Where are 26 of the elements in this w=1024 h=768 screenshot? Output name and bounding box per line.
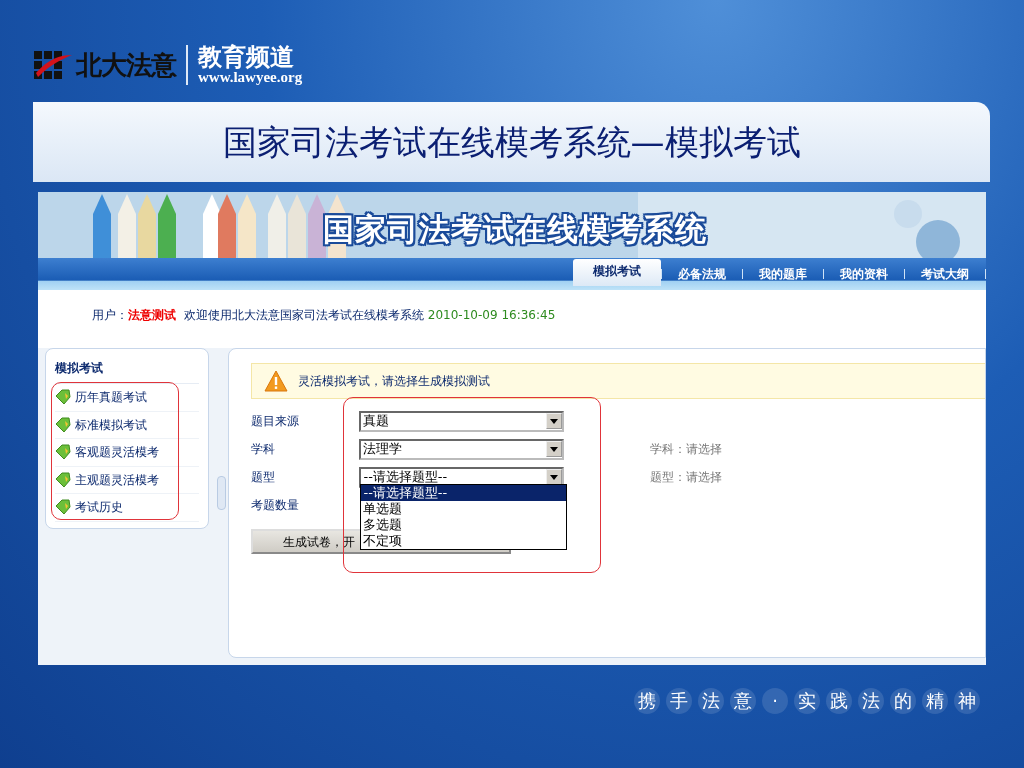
notice-text: 灵活模拟考试，请选择生成模拟测试 [298,373,491,390]
field-label: 题目来源 [251,413,301,430]
field-label: 学科 [251,441,277,458]
sidebar-heading: 模拟考试 [55,359,199,384]
tagline-character: 意 [730,688,756,714]
slide-title: 国家司法考试在线模考系统—模拟考试 [222,120,801,164]
channel-name: 教育频道 [198,44,295,69]
user-label: 用户：法意测试 [92,307,176,324]
tagline-character: 法 [698,688,724,714]
brand-name: 北大法意 [76,48,176,82]
site-url: www.lawyee.org [198,68,303,86]
tagline-character: · [762,688,788,714]
tagline-character: 法 [858,688,884,714]
tagline-character: 携 [634,688,660,714]
field-hint: 学科：请选择 [650,441,723,458]
welcome-text: 欢迎使用北大法意国家司法考试在线模考系统 2010-10-09 16:36:45 [184,307,556,324]
banner-title: 国家司法考试在线模考系统 [323,210,707,249]
field-label: 题型 [251,469,277,486]
tagline-character: 手 [666,688,692,714]
field-label: 考题数量 [251,497,301,514]
tagline-character: 的 [890,688,916,714]
tagline-character: 精 [922,688,948,714]
tagline-character: 践 [826,688,852,714]
field-hint: 题型：请选择 [650,469,723,486]
tagline-character: 神 [954,688,980,714]
tagline-character: 实 [794,688,820,714]
